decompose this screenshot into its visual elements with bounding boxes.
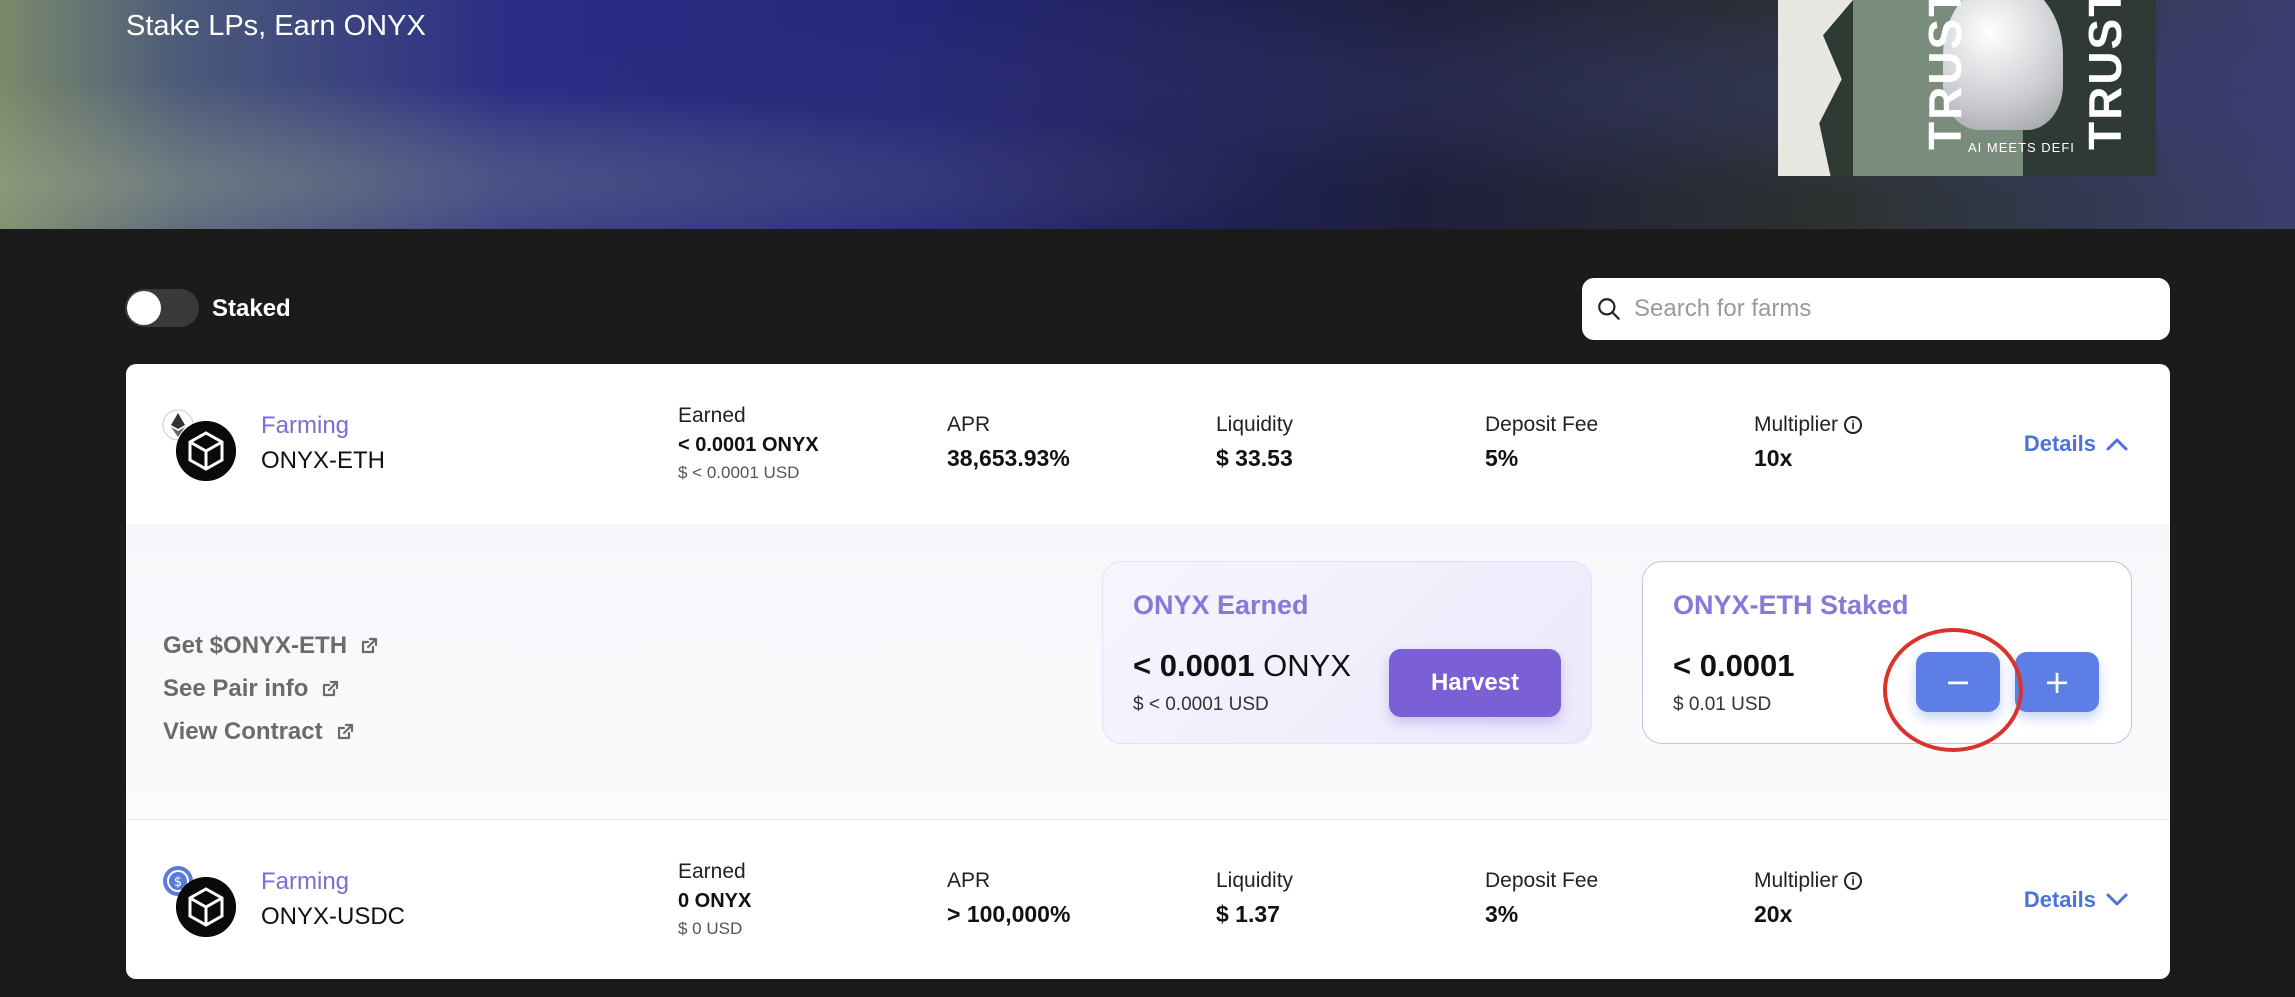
farm-row[interactable]: $ Farming ONYX-USDC Earned 0 ONYX $ 0 US… [126,819,2170,979]
earned-usd: $ 0 USD [678,919,743,938]
external-link-icon [361,637,378,653]
onyx-token-icon [176,421,236,481]
pair-logo [162,409,236,481]
earned-box: ONYX Earned < 0.0001 ONYX $ < 0.0001 USD… [1102,561,1592,744]
deposit-fee-column: Deposit Fee 5% [1485,413,1598,472]
page-title: Stake LPs, Earn ONYX [126,10,426,42]
pair-info-link-label: See Pair info [163,674,309,702]
external-link-icon [323,680,339,696]
view-contract-link[interactable]: View Contract [163,710,379,753]
earned-amount-value: < 0.0001 [1133,648,1255,683]
onyx-token-icon [176,877,236,937]
farm-type: Farming [261,868,350,895]
multiplier-column: Multiplier i 20x [1754,869,1863,928]
earned-value: < 0.0001 ONYX [678,434,819,456]
staked-amount-value: < 0.0001 [1673,648,1795,683]
earned-label: Earned [678,404,746,427]
view-contract-link-label: View Contract [163,717,323,745]
multiplier-label: Multiplier [1754,413,1839,436]
deposit-fee-value: 5% [1485,445,1519,471]
liquidity-value: $ 33.53 [1216,445,1293,471]
staked-box-title: ONYX-ETH Staked [1673,590,1909,620]
details-toggle[interactable]: Details [2024,431,2128,457]
earned-label: Earned [678,860,746,883]
stake-plus-button[interactable]: + [2015,652,2099,712]
banner-tagline: AI MEETS DEFI [1968,140,2075,155]
farm-pair-name: ONYX-USDC [261,903,406,930]
liquidity-value: $ 1.37 [1216,901,1280,927]
earned-value: 0 ONYX [678,890,752,912]
farm-pair-name: ONYX-ETH [261,447,386,474]
farm-type: Farming [261,412,350,439]
staked-toggle-label: Staked [212,295,291,322]
deposit-fee-value: 3% [1485,901,1519,927]
staked-box: ONYX-ETH Staked < 0.0001 $ 0.01 USD − + [1642,561,2132,744]
multiplier-value: 10x [1754,445,1793,471]
staked-amount-usd: $ 0.01 USD [1673,694,1772,715]
multiplier-label: Multiplier [1754,869,1839,892]
harvest-button[interactable]: Harvest [1389,649,1561,717]
farm-search[interactable] [1582,278,2170,340]
farm-links: Get $ONYX-ETH See Pair info View Contrac… [163,624,379,753]
liquidity-label: Liquidity [1216,869,1294,892]
info-icon[interactable]: i [1844,872,1863,890]
deposit-fee-label: Deposit Fee [1485,413,1599,436]
external-link-icon [337,723,353,739]
apr-column: APR 38,653.93% [947,413,1070,472]
banner-word: TRUST [2079,0,2131,150]
apr-label: APR [947,413,991,436]
svg-text:$: $ [174,875,182,890]
multiplier-column: Multiplier i 10x [1754,413,1863,472]
earned-column: Earned < 0.0001 ONYX $ < 0.0001 USD [678,404,819,483]
staked-toggle[interactable] [125,289,199,327]
farm-row[interactable]: Farming ONYX-ETH Earned < 0.0001 ONYX $ … [126,364,2170,524]
details-toggle[interactable]: Details [2024,887,2128,913]
hero-banner: Stake LPs, Earn ONYX TRUST TRUST AI MEET… [0,0,2295,229]
apr-value: > 100,000% [947,901,1071,927]
banner-paper-shape [1778,0,1853,176]
farms-card: Farming ONYX-ETH Earned < 0.0001 ONYX $ … [126,364,2170,979]
liquidity-label: Liquidity [1216,413,1294,436]
multiplier-value: 20x [1754,901,1793,927]
pair-logo: $ [162,865,236,937]
details-label: Details [2023,887,2096,912]
apr-column: APR > 100,000% [947,869,1070,928]
earned-amount-unit: ONYX [1263,648,1352,683]
get-lp-link[interactable]: Get $ONYX-ETH [163,624,379,667]
liquidity-column: Liquidity $ 1.37 [1216,869,1293,928]
info-icon[interactable]: i [1844,416,1863,434]
earned-amount-usd: $ < 0.0001 USD [1133,694,1269,715]
pair-info-link[interactable]: See Pair info [163,667,379,710]
staked-amount: < 0.0001 [1673,648,1795,684]
apr-label: APR [947,869,991,892]
search-input[interactable] [1634,278,2154,340]
earned-column: Earned 0 ONYX $ 0 USD [678,860,751,939]
get-lp-link-label: Get $ONYX-ETH [163,631,348,659]
details-label: Details [2023,431,2096,456]
unstake-minus-button[interactable]: − [1916,652,2000,712]
apr-value: 38,653.93% [947,445,1070,471]
banner-word: TRUST [1919,0,1971,150]
chevron-down-icon [2106,893,2128,906]
deposit-fee-label: Deposit Fee [1485,869,1599,892]
liquidity-column: Liquidity $ 33.53 [1216,413,1293,472]
search-icon [1598,298,1620,320]
earned-box-title: ONYX Earned [1133,590,1309,620]
chevron-up-icon [2106,438,2128,451]
toggle-knob [127,291,161,325]
promo-banner-image: TRUST TRUST AI MEETS DEFI [1778,0,2156,176]
earned-amount: < 0.0001 ONYX [1133,648,1351,684]
deposit-fee-column: Deposit Fee 3% [1485,869,1598,928]
earned-usd: $ < 0.0001 USD [678,463,800,482]
